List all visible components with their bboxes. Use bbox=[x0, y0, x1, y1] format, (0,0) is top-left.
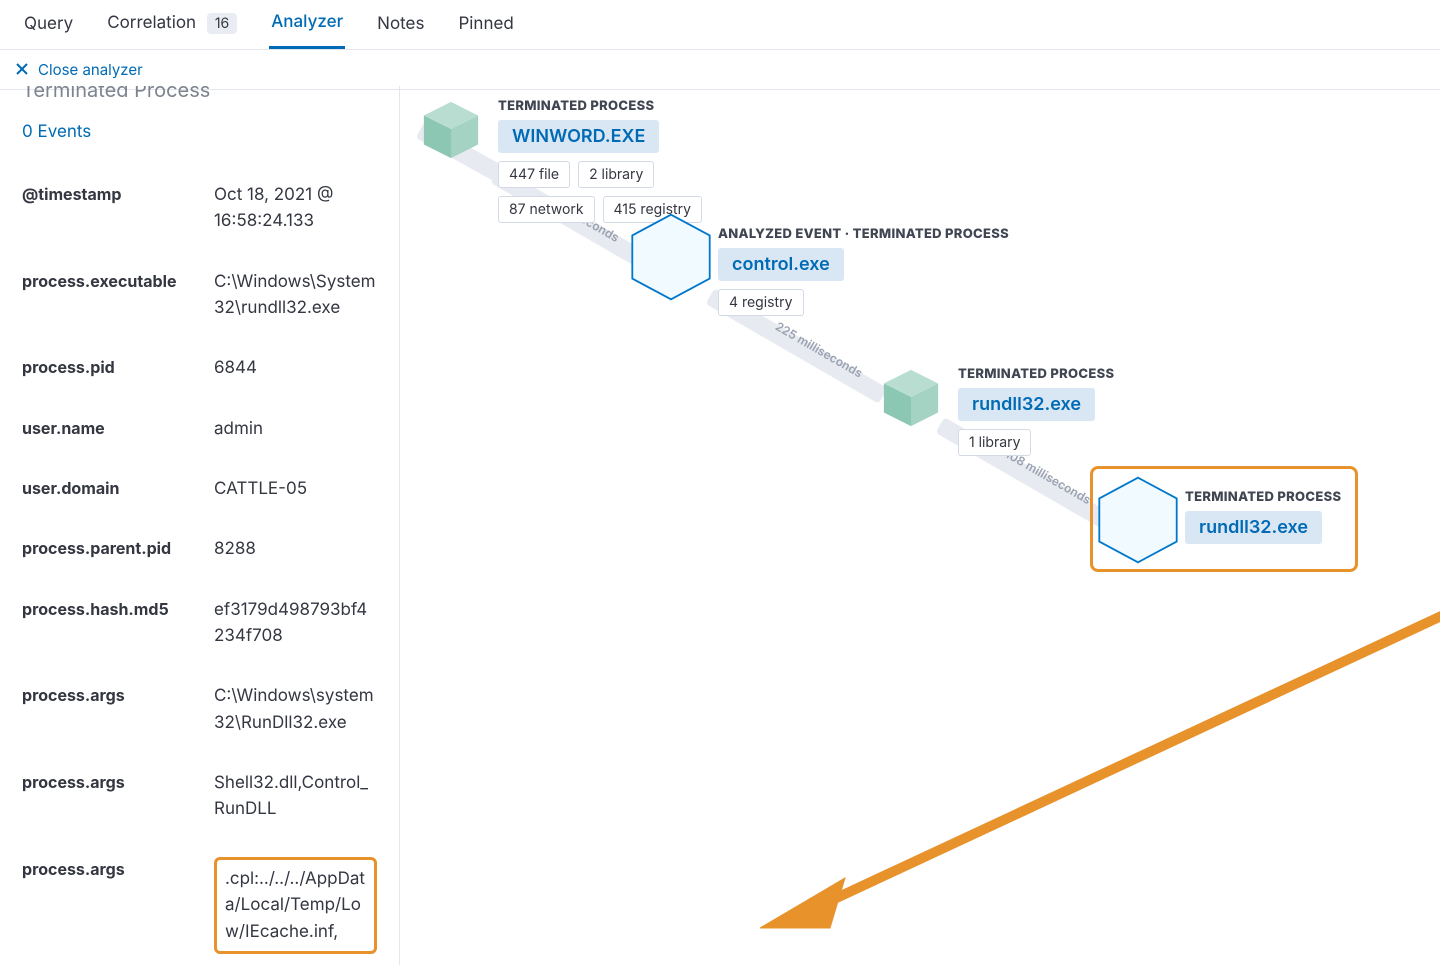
node-type: TERMINATED PROCESS bbox=[958, 366, 1114, 382]
close-analyzer-link[interactable]: Close analyzer bbox=[38, 60, 143, 79]
field-value: 8288 bbox=[214, 536, 256, 562]
process-node-highlighted[interactable]: TERMINATED PROCESS rundll32.exe bbox=[1090, 466, 1358, 572]
cube-icon bbox=[880, 366, 942, 428]
process-node[interactable]: TERMINATED PROCESS WINWORD.EXE 447 file … bbox=[420, 98, 702, 223]
cube-icon bbox=[640, 226, 702, 288]
field-value: 6844 bbox=[214, 355, 257, 381]
pill[interactable]: 1 library bbox=[958, 429, 1031, 456]
field-key: process.parent.pid bbox=[22, 536, 202, 560]
close-analyzer-bar: Close analyzer bbox=[0, 50, 1440, 90]
pill-row: 87 network 415 registry bbox=[498, 196, 702, 223]
field-value: ef3179d498793bf4234f708 bbox=[214, 597, 377, 650]
node-type: TERMINATED PROCESS bbox=[498, 98, 654, 114]
tab-notes[interactable]: Notes bbox=[375, 14, 426, 48]
field-row: process.pid 6844 bbox=[22, 355, 377, 381]
field-value: CATTLE-05 bbox=[214, 476, 307, 502]
field-row: process.parent.pid 8288 bbox=[22, 536, 377, 562]
field-value: .cpl:../../../AppData/Local/Temp/Low/IEc… bbox=[214, 857, 377, 954]
field-key: @timestamp bbox=[22, 182, 202, 206]
tab-query[interactable]: Query bbox=[22, 14, 75, 48]
field-row: process.args C:\Windows\system32\RunDll3… bbox=[22, 683, 377, 736]
field-key: process.pid bbox=[22, 355, 202, 379]
details-sidebar: Terminated Process 0 Events @timestamp O… bbox=[0, 86, 400, 965]
node-info: TERMINATED PROCESS WINWORD.EXE 447 file … bbox=[498, 98, 702, 223]
field-value: C:\Windows\system32\RunDll32.exe bbox=[214, 683, 377, 736]
field-value-highlighted: .cpl:../../../AppData/Local/Temp/Low/IEc… bbox=[214, 857, 377, 954]
field-key: process.executable bbox=[22, 269, 202, 293]
field-row: @timestamp Oct 18, 2021 @ 16:58:24.133 bbox=[22, 182, 377, 235]
node-type: ANALYZED EVENT · TERMINATED PROCESS bbox=[718, 226, 1009, 242]
tab-pinned[interactable]: Pinned bbox=[456, 14, 515, 48]
sidebar-title: Terminated Process bbox=[22, 86, 377, 102]
field-row: process.executable C:\Windows\System32\r… bbox=[22, 269, 377, 322]
field-row: process.hash.md5 ef3179d498793bf4234f708 bbox=[22, 597, 377, 650]
field-value: admin bbox=[214, 416, 263, 442]
field-key: process.args bbox=[22, 857, 202, 881]
field-row: user.domain CATTLE-05 bbox=[22, 476, 377, 502]
tab-correlation-badge: 16 bbox=[207, 13, 237, 34]
pill[interactable]: 415 registry bbox=[603, 196, 702, 223]
pill[interactable]: 4 registry bbox=[718, 289, 804, 316]
pill-row: 1 library bbox=[958, 429, 1031, 456]
field-key: process.args bbox=[22, 683, 202, 707]
node-title[interactable]: control.exe bbox=[718, 248, 844, 281]
field-key: user.name bbox=[22, 416, 202, 440]
node-info: ANALYZED EVENT · TERMINATED PROCESS cont… bbox=[718, 226, 1009, 316]
field-value: C:\Windows\System32\rundll32.exe bbox=[214, 269, 377, 322]
process-tree-canvas[interactable]: 36 seconds 225 milliseconds 108 millisec… bbox=[400, 86, 1440, 965]
close-icon[interactable] bbox=[16, 60, 28, 79]
annotation-arrow bbox=[760, 598, 1440, 938]
node-title[interactable]: rundll32.exe bbox=[1185, 511, 1322, 544]
field-row: user.name admin bbox=[22, 416, 377, 442]
node-info: TERMINATED PROCESS rundll32.exe bbox=[1185, 489, 1341, 544]
node-info: TERMINATED PROCESS rundll32.exe 1 librar… bbox=[958, 366, 1114, 456]
main-layout: Terminated Process 0 Events @timestamp O… bbox=[0, 86, 1440, 965]
field-value: Shell32.dll,Control_RunDLL bbox=[214, 770, 377, 823]
field-row: process.args Shell32.dll,Control_RunDLL bbox=[22, 770, 377, 823]
pill-row: 4 registry bbox=[718, 289, 804, 316]
tab-correlation-label: Correlation bbox=[107, 13, 196, 33]
field-value: Oct 18, 2021 @ 16:58:24.133 bbox=[214, 182, 377, 235]
process-node[interactable]: TERMINATED PROCESS rundll32.exe 1 librar… bbox=[880, 366, 1114, 456]
tab-analyzer[interactable]: Analyzer bbox=[269, 12, 345, 49]
pill[interactable]: 447 file bbox=[498, 161, 570, 188]
pill-row: 447 file 2 library bbox=[498, 161, 654, 188]
events-link[interactable]: 0 Events bbox=[22, 122, 377, 142]
tab-correlation[interactable]: Correlation 16 bbox=[105, 13, 239, 48]
pill[interactable]: 87 network bbox=[498, 196, 595, 223]
cube-icon bbox=[1107, 489, 1169, 551]
node-type: TERMINATED PROCESS bbox=[1185, 489, 1341, 505]
field-key: user.domain bbox=[22, 476, 202, 500]
field-key: process.hash.md5 bbox=[22, 597, 202, 621]
field-row: process.args .cpl:../../../AppData/Local… bbox=[22, 857, 377, 954]
field-key: process.args bbox=[22, 770, 202, 794]
process-node-analyzed[interactable]: ANALYZED EVENT · TERMINATED PROCESS cont… bbox=[640, 226, 1009, 316]
fields-list: @timestamp Oct 18, 2021 @ 16:58:24.133 p… bbox=[22, 182, 377, 954]
node-title[interactable]: rundll32.exe bbox=[958, 388, 1095, 421]
cube-icon bbox=[420, 98, 482, 160]
pill[interactable]: 2 library bbox=[578, 161, 654, 188]
node-title[interactable]: WINWORD.EXE bbox=[498, 120, 659, 153]
tabs-bar: Query Correlation 16 Analyzer Notes Pinn… bbox=[0, 0, 1440, 50]
